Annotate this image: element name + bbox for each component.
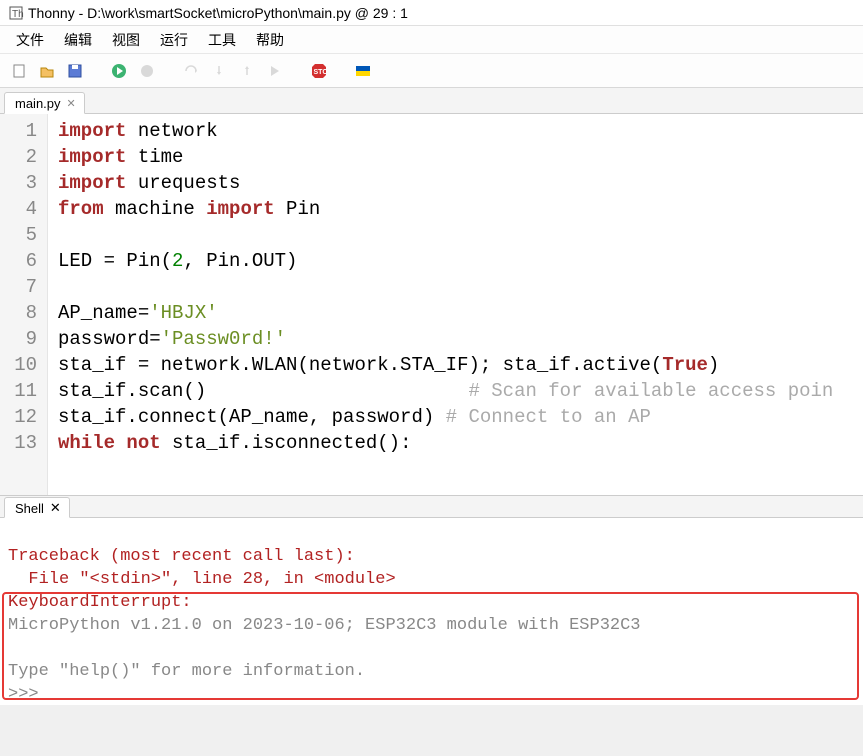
code-line[interactable]: LED = Pin(2, Pin.OUT) [58, 248, 863, 274]
titlebar: Th Thonny - D:\work\smartSocket\microPyt… [0, 0, 863, 26]
traceback-file: File "<stdin>", line 28, in <module> [8, 570, 396, 589]
close-tab-icon[interactable]: ✕ [67, 97, 76, 110]
line-number: 6 [4, 248, 37, 274]
code-line[interactable]: from machine import Pin [58, 196, 863, 222]
line-number: 11 [4, 378, 37, 404]
code-line[interactable]: import time [58, 144, 863, 170]
shell-prompt: >>> [8, 685, 49, 704]
step-over-button[interactable] [180, 60, 202, 82]
resume-button[interactable] [264, 60, 286, 82]
code-line[interactable]: import urequests [58, 170, 863, 196]
code-line[interactable]: password='Passw0rd!' [58, 326, 863, 352]
code-line[interactable]: sta_if = network.WLAN(network.STA_IF); s… [58, 352, 863, 378]
run-button[interactable] [108, 60, 130, 82]
shell-tab[interactable]: Shell ✕ [4, 497, 70, 518]
shell-tab-label: Shell [15, 501, 44, 516]
toolbar: STOP [0, 54, 863, 88]
menu-edit[interactable]: 编辑 [54, 26, 102, 54]
line-number: 3 [4, 170, 37, 196]
editor-tabbar: main.py ✕ [0, 88, 863, 114]
editor-tab-main[interactable]: main.py ✕ [4, 92, 85, 114]
shell-output[interactable]: Traceback (most recent call last): File … [0, 518, 863, 756]
line-number: 8 [4, 300, 37, 326]
traceback-line: Traceback (most recent call last): [8, 547, 355, 566]
editor-area: main.py ✕ 12345678910111213 import netwo… [0, 88, 863, 495]
shell-banner-2: Type "help()" for more information. [8, 662, 365, 681]
step-out-button[interactable] [236, 60, 258, 82]
code-editor[interactable]: 12345678910111213 import networkimport t… [0, 114, 863, 495]
code-line[interactable]: AP_name='HBJX' [58, 300, 863, 326]
line-number: 1 [4, 118, 37, 144]
code-line[interactable]: while not sta_if.isconnected(): [58, 430, 863, 456]
code-line[interactable] [58, 274, 863, 300]
menubar: 文件 编辑 视图 运行 工具 帮助 [0, 26, 863, 54]
keyboard-interrupt: KeyboardInterrupt: [8, 593, 202, 612]
menu-run[interactable]: 运行 [150, 26, 198, 54]
code-line[interactable]: sta_if.connect(AP_name, password) # Conn… [58, 404, 863, 430]
code-line[interactable]: import network [58, 118, 863, 144]
line-number: 12 [4, 404, 37, 430]
menu-help[interactable]: 帮助 [246, 26, 294, 54]
code-line[interactable]: sta_if.scan() # Scan for available acces… [58, 378, 863, 404]
menu-file[interactable]: 文件 [6, 26, 54, 54]
stop-button[interactable]: STOP [308, 60, 330, 82]
line-number: 9 [4, 326, 37, 352]
menu-tools[interactable]: 工具 [198, 26, 246, 54]
menu-view[interactable]: 视图 [102, 26, 150, 54]
editor-tab-label: main.py [15, 96, 61, 111]
step-into-button[interactable] [208, 60, 230, 82]
window-title: Thonny - D:\work\smartSocket\microPython… [28, 5, 408, 21]
close-shell-icon[interactable]: ✕ [50, 500, 61, 516]
line-number: 4 [4, 196, 37, 222]
code-content[interactable]: import networkimport timeimport urequest… [48, 114, 863, 495]
line-number: 2 [4, 144, 37, 170]
line-number: 13 [4, 430, 37, 456]
code-line[interactable] [58, 222, 863, 248]
save-button[interactable] [64, 60, 86, 82]
line-gutter: 12345678910111213 [0, 114, 48, 495]
ukraine-flag-button[interactable] [352, 60, 374, 82]
debug-button[interactable] [136, 60, 158, 82]
open-file-button[interactable] [36, 60, 58, 82]
shell-panel: Shell ✕ Traceback (most recent call last… [0, 495, 863, 705]
line-number: 5 [4, 222, 37, 248]
line-number: 10 [4, 352, 37, 378]
svg-text:STOP: STOP [314, 69, 329, 76]
shell-tabbar: Shell ✕ [0, 496, 863, 518]
shell-banner-1: MicroPython v1.21.0 on 2023-10-06; ESP32… [8, 616, 641, 635]
app-icon: Th [8, 5, 24, 21]
line-number: 7 [4, 274, 37, 300]
new-file-button[interactable] [8, 60, 30, 82]
svg-text:Th: Th [12, 9, 24, 20]
